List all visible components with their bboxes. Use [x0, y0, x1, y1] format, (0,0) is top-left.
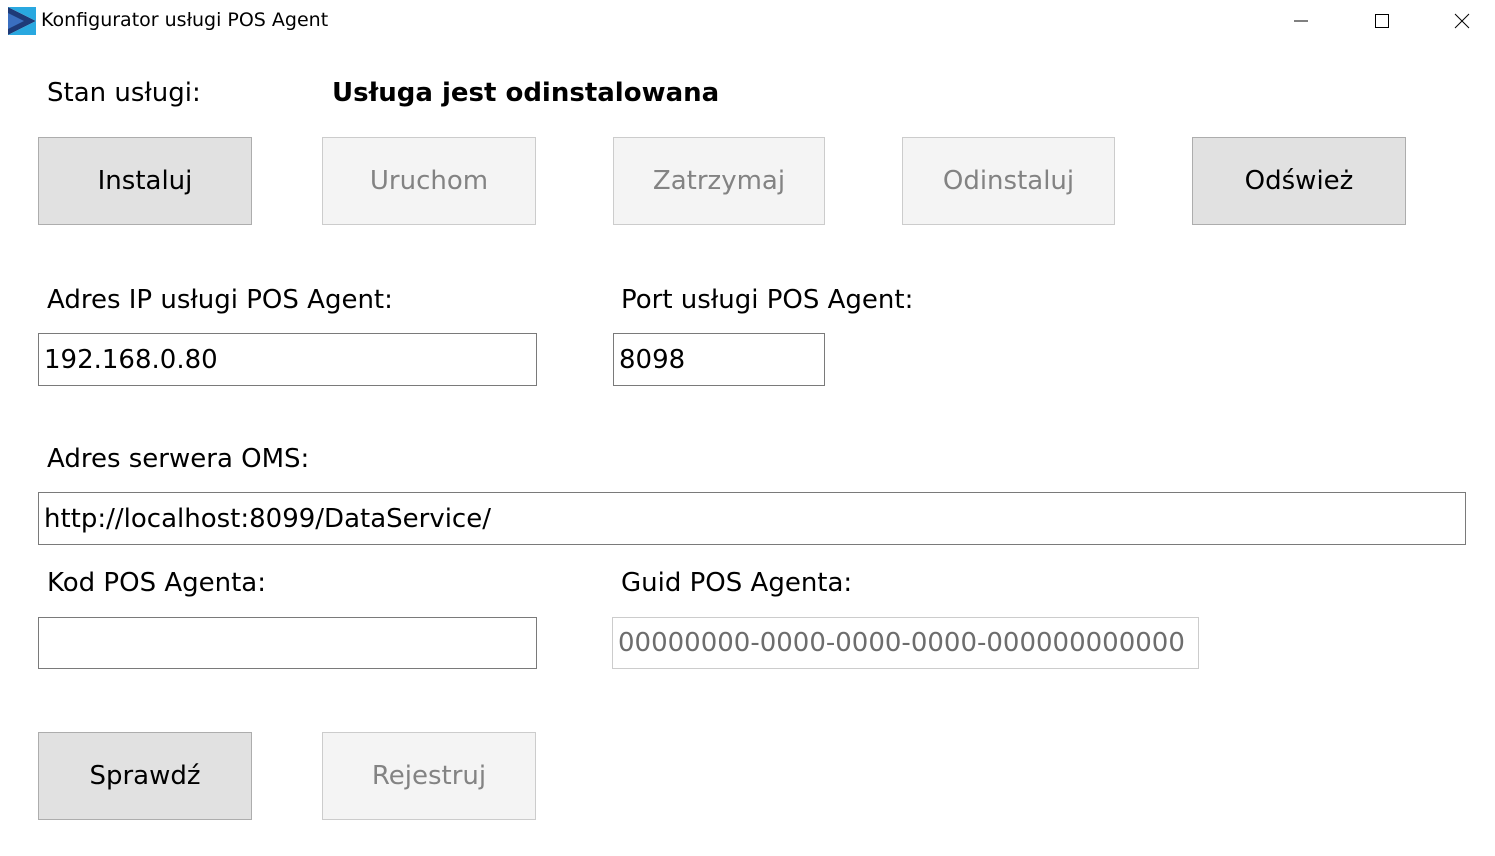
app-logo-icon: [8, 7, 36, 35]
check-button[interactable]: Sprawdź: [38, 732, 252, 820]
port-input[interactable]: 8098: [613, 333, 825, 386]
service-status-label: Stan usługi:: [47, 78, 201, 108]
register-button: Rejestruj: [322, 732, 536, 820]
window-title: Konfigurator usługi POS Agent: [41, 9, 329, 31]
minimize-button[interactable]: [1261, 0, 1341, 42]
ip-address-label: Adres IP usługi POS Agent:: [47, 285, 393, 315]
agent-code-input[interactable]: [38, 617, 537, 669]
close-button[interactable]: [1422, 0, 1495, 42]
agent-guid-label: Guid POS Agenta:: [621, 568, 853, 598]
ip-address-input[interactable]: 192.168.0.80: [38, 333, 537, 386]
uninstall-button: Odinstaluj: [902, 137, 1115, 225]
stop-button: Zatrzymaj: [613, 137, 825, 225]
oms-server-label: Adres serwera OMS:: [47, 444, 310, 474]
agent-guid-input: 00000000-0000-0000-0000-000000000000: [612, 617, 1199, 669]
port-label: Port usługi POS Agent:: [621, 285, 914, 315]
title-bar[interactable]: Konfigurator usługi POS Agent: [0, 0, 1495, 42]
configurator-window: Konfigurator usługi POS Agent Stan usług…: [0, 0, 1495, 856]
maximize-button[interactable]: [1342, 0, 1422, 42]
oms-server-input[interactable]: http://localhost:8099/DataService/: [38, 492, 1466, 545]
service-status-value: Usługa jest odinstalowana: [332, 78, 720, 108]
minimize-icon: [1294, 20, 1308, 22]
refresh-button[interactable]: Odśwież: [1192, 137, 1406, 225]
agent-code-label: Kod POS Agenta:: [47, 568, 266, 598]
install-button[interactable]: Instaluj: [38, 137, 252, 225]
start-button: Uruchom: [322, 137, 536, 225]
close-icon: [1454, 13, 1470, 29]
maximize-icon: [1375, 14, 1389, 28]
